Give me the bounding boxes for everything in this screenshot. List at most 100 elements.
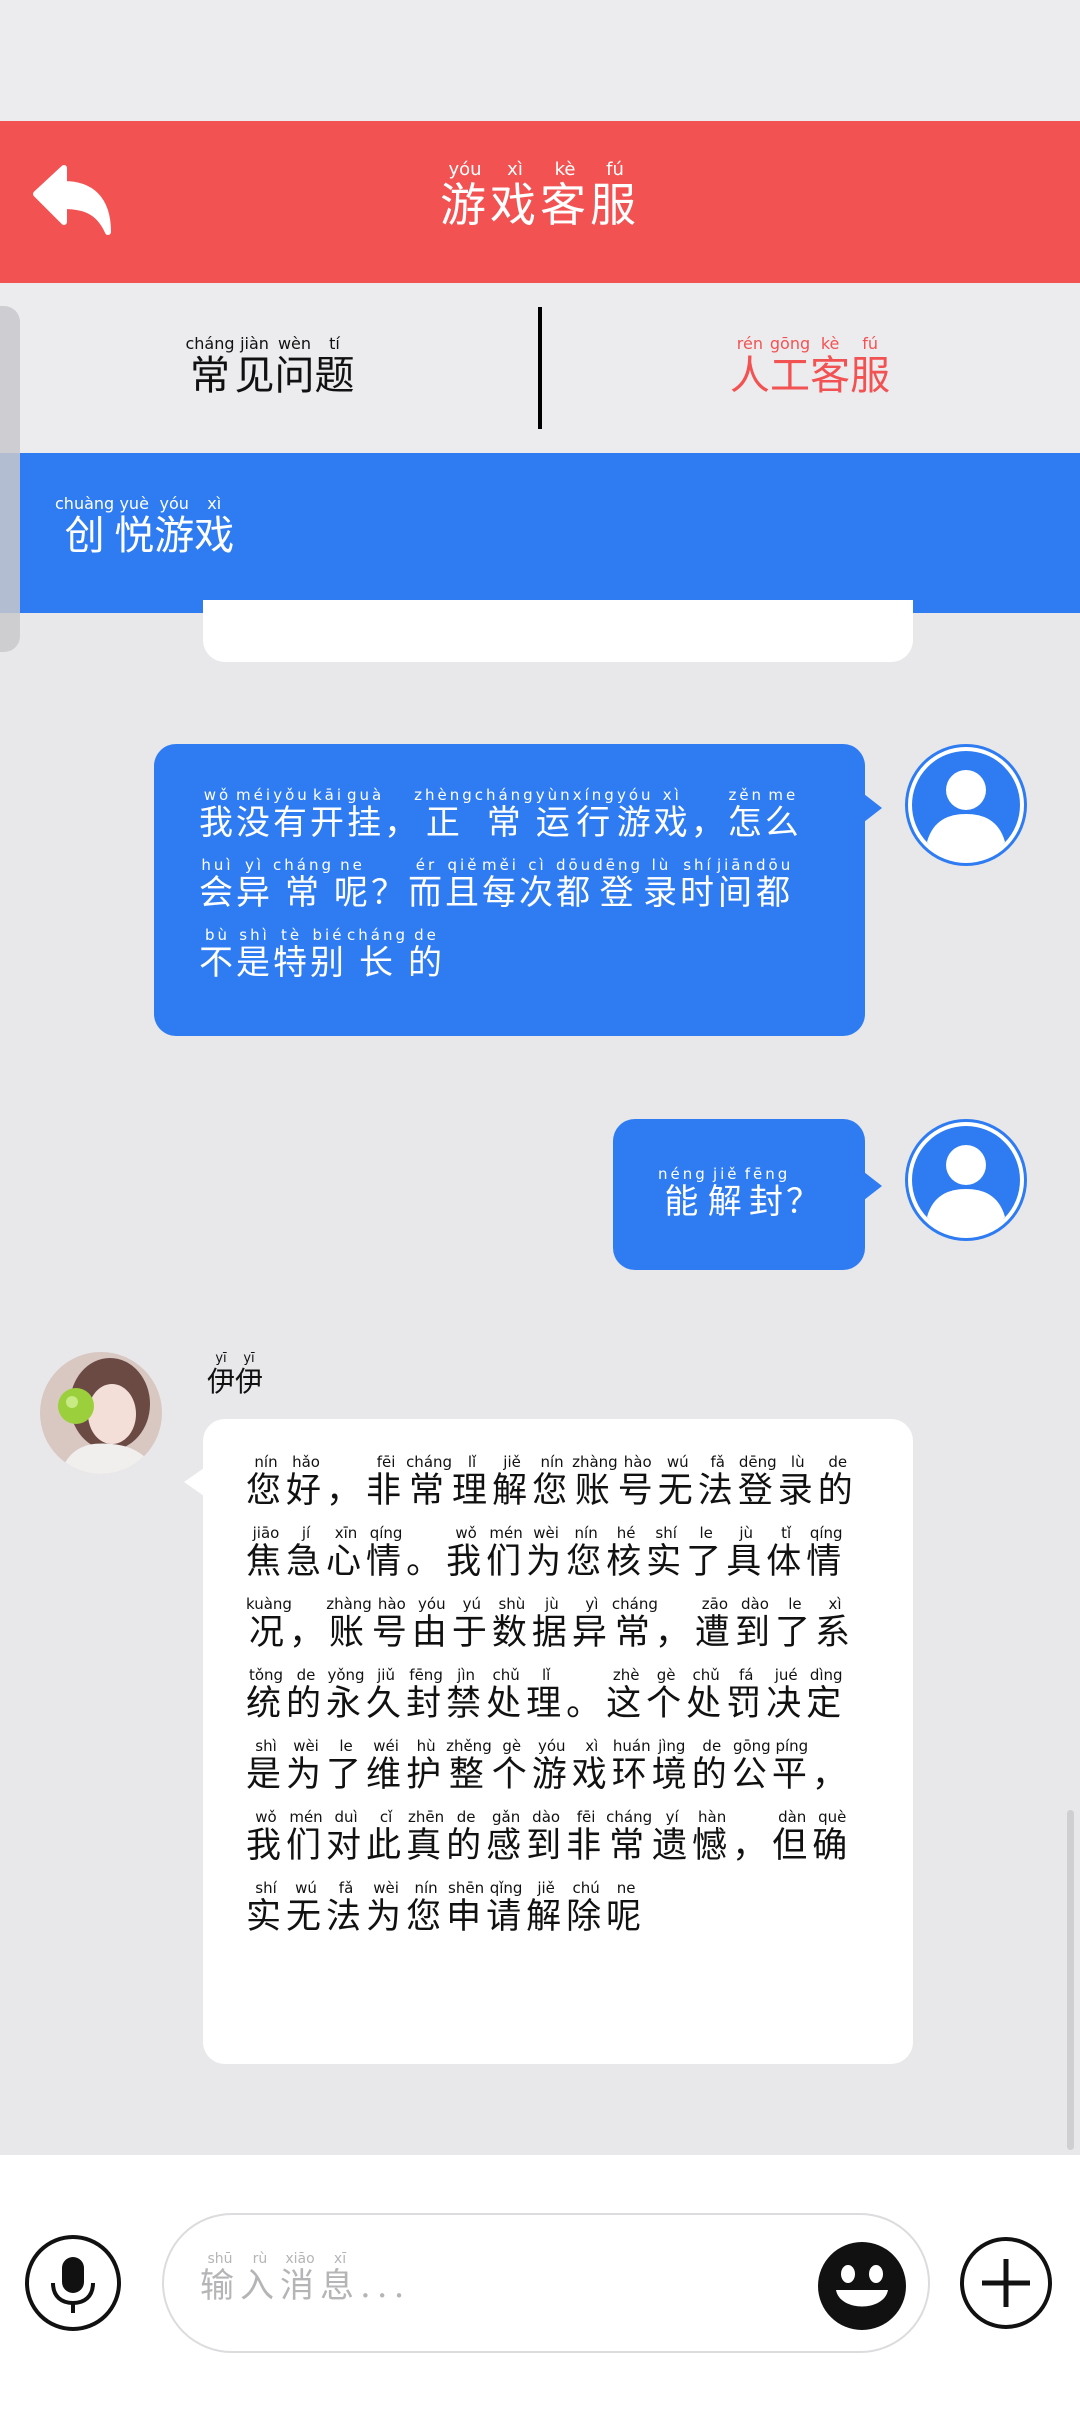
message-input-placeholder: 输shū入rù消xiāo息xī... [200,2251,411,2307]
ruby-char: 久jiǔ [366,1666,407,1724]
ruby-char: 是shì [246,1737,287,1795]
ruby-char: 会huì [199,856,236,913]
ruby-char: 消xiāo [280,2251,320,2306]
user-avatar-icon [908,1122,1024,1238]
ruby-char: 遗yí [652,1808,693,1866]
tab-human-service[interactable]: 人rén 工gōng 客kè 服fú [540,283,1080,453]
ruby-char: 开kāi [310,786,347,843]
punctuation: ... [360,2266,411,2306]
ruby-char: 录lù [642,856,680,913]
ruby-char: 处chǔ [486,1666,527,1724]
ruby-char: 戏xì [194,494,235,559]
ruby-char: 憾hàn [692,1808,733,1866]
ruby-char: 别bié [310,926,347,983]
punctuation: 。 [406,1542,447,1582]
ruby-char: 没méi [236,786,274,843]
ruby-char: 整zhěng [446,1737,492,1795]
ruby-char: 对duì [326,1808,367,1866]
ruby-char: 特tè [273,926,310,983]
ruby-char: 游yóu [531,1737,572,1795]
ruby-char: 的de [817,1453,858,1511]
ruby-char: 境jìng [651,1737,692,1795]
ruby-char: 问wèn [274,333,315,399]
ruby-char: 我wǒ [199,786,236,843]
ruby-char: 罚fá [726,1666,767,1724]
ruby-char: 游yóu [154,494,195,559]
ruby-char: 解jiě [526,1879,567,1937]
ruby-char: 的de [691,1737,732,1795]
ruby-char: 遭zāo [694,1595,735,1653]
ruby-char: 您nín [566,1524,607,1582]
ruby-char: 常cháng [606,1808,653,1866]
ruby-char: 了le [326,1737,367,1795]
ruby-char: 无wú [286,1879,327,1937]
ruby-char: 常cháng [273,856,334,913]
ruby-char: 人rén [729,333,770,399]
ruby-char: 都dōu [756,856,794,913]
scrollbar[interactable] [1067,1810,1074,2150]
ruby-char: 这zhè [606,1666,647,1724]
tab-faq[interactable]: 常cháng 见jiàn 问wèn 题tí [0,283,540,453]
ruby-char: 正zhèng [414,786,475,843]
punctuation: ， [654,1613,695,1653]
ruby-char: 戏xì [571,1737,612,1795]
ruby-char: 理lǐ [526,1666,567,1724]
ruby-char: 常cháng [474,786,536,843]
ruby-char: 我wǒ [446,1524,487,1582]
ruby-char: 您nín [406,1879,447,1937]
ruby-char: 好hǎo [286,1453,327,1511]
ruby-char: 定dìng [806,1666,847,1724]
ruby-char: 于yú [451,1595,492,1653]
user-avatar-icon [908,747,1024,863]
ruby-char: 平píng [771,1737,812,1795]
ruby-char: 为wèi [526,1524,567,1582]
ruby-char: 为wèi [366,1879,407,1937]
ruby-char: 息xī [320,2251,360,2306]
ruby-char: 核hé [606,1524,647,1582]
ruby-char: 心xīn [326,1524,367,1582]
status-bar [0,0,1080,121]
ruby-char: 悦yuè [114,494,155,559]
emoji-button[interactable] [814,2238,910,2334]
ruby-char: 除chú [566,1879,607,1937]
ruby-char: 号hào [371,1595,412,1653]
ruby-char: 题tí [314,333,355,399]
ruby-char: 时shí [679,856,717,913]
agent-avatar[interactable] [40,1352,162,1474]
user-avatar[interactable] [905,744,1027,866]
user-avatar[interactable] [905,1119,1027,1241]
page-title: 游yóu戏xì客kè服fú [0,159,1080,235]
punctuation: ， [811,1755,852,1795]
ruby-char: 账zhàng [326,1595,372,1653]
ruby-char: 长cháng [347,926,408,983]
plus-icon [960,2237,1052,2329]
punctuation: ， [288,1613,329,1653]
ruby-char: 游yóu [440,159,490,232]
ruby-char: 您nín [532,1453,573,1511]
ruby-char: 怎zěn [727,786,765,843]
ruby-char: 见jiàn [234,333,275,399]
ruby-char: 实shí [646,1524,687,1582]
side-drawer-handle[interactable] [0,306,20,652]
user-message-bubble: 我wǒ没méi有yǒu开kāi挂guà，正zhèng常cháng运yùn行xín… [154,744,865,1036]
more-button[interactable] [958,2235,1054,2331]
ruby-char: 解jiě [492,1453,533,1511]
voice-button[interactable] [25,2235,121,2331]
ruby-char: 个gè [646,1666,687,1724]
ruby-char: 每měi [481,856,519,913]
punctuation: ？ [786,1182,824,1222]
ruby-char: 无wú [657,1453,698,1511]
ruby-char: 实shí [246,1879,287,1937]
ruby-char: 封fēng [744,1165,791,1222]
ruby-char: 呢ne [606,1879,647,1937]
ruby-char: 法fǎ [326,1879,367,1937]
punctuation: ？ [370,873,408,913]
ruby-char: 呢ne [333,856,371,913]
ruby-char: 公gōng [731,1737,772,1795]
ruby-char: 感gǎn [486,1808,527,1866]
ruby-char: 的de [286,1666,327,1724]
bubble-tail [864,794,882,822]
ruby-char: 处chǔ [686,1666,727,1724]
ruby-char: 常cháng [611,1595,658,1653]
ruby-char: 们mén [486,1524,527,1582]
